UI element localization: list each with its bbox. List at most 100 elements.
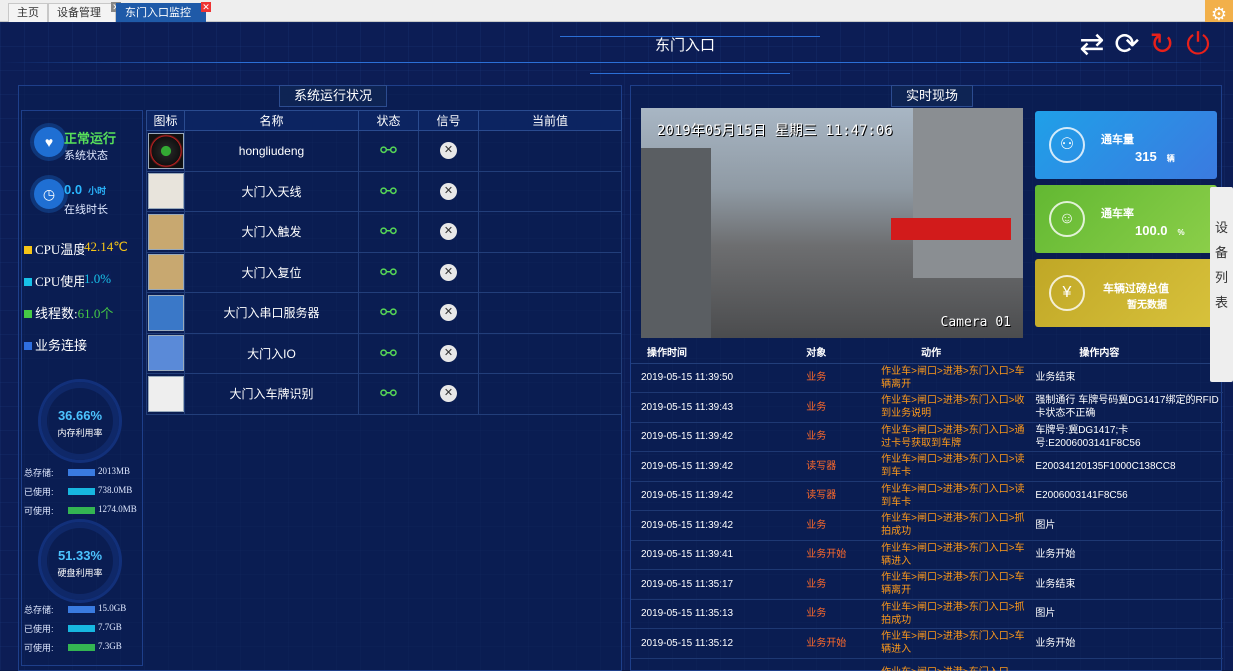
switch-icon[interactable]: ⇄ bbox=[1075, 28, 1109, 62]
disconnected-icon: ✕ bbox=[440, 142, 457, 160]
card-value: 315 辆 bbox=[1135, 149, 1175, 164]
col-current: 当前值 bbox=[478, 110, 622, 131]
log-row[interactable]: 2019-05-15 11:35:17 业务 作业车>闸口>进港>东门入口>车辆离开… bbox=[631, 569, 1223, 600]
log-row[interactable]: 2019-05-15 11:35:13 业务 作业车>闸口>进港>东门入口>抓拍成功… bbox=[631, 599, 1223, 629]
log-content: 业务开始 bbox=[1029, 628, 1223, 659]
traffic-count-card: ⚇ 通车量 315 辆 bbox=[1035, 111, 1217, 179]
log-action: 作业车>闸口>进港>东门入口>抓拍成功 bbox=[881, 599, 1030, 629]
col-status: 状态 bbox=[358, 110, 419, 131]
col-time: 操作时间 bbox=[631, 341, 781, 364]
col-action: 动作 bbox=[881, 341, 1030, 364]
card-title: 车辆过磅总值 bbox=[1103, 283, 1169, 295]
live-scene-panel: 实时现场 2019年05月15日 星期三 11:47:06 Camera 01 … bbox=[630, 85, 1223, 671]
table-row[interactable]: 大门入触发 ⚯ ✕ bbox=[146, 211, 622, 253]
log-content: 图片 bbox=[1029, 599, 1223, 629]
log-row[interactable]: 2019-05-15 11:39:50 业务 作业车>闸口>进港>东门入口>车辆离开… bbox=[631, 363, 1223, 393]
log-action: 作业车>闸口>进港>东门入口>车辆进入 bbox=[881, 628, 1030, 659]
log-action: 作业车>闸口>进港>东门入口>收到业务说明 bbox=[881, 392, 1030, 423]
log-time: 2019-05-15 11:39:42 bbox=[631, 451, 781, 482]
building-right bbox=[913, 108, 1023, 278]
log-object: 业务 bbox=[780, 392, 882, 423]
log-row[interactable]: 2019-05-15 11:39:42 读写器 作业车>闸口>进港>东门入口>读到车… bbox=[631, 481, 1223, 511]
device-name: 大门入天线 bbox=[184, 170, 359, 212]
log-object: 业务开始 bbox=[780, 628, 882, 659]
log-object: 业务 bbox=[780, 599, 882, 629]
clock-icon: ◷ bbox=[34, 179, 64, 209]
system-status-value: 正常运行 bbox=[64, 131, 117, 146]
card-title: 通车量 bbox=[1101, 134, 1134, 146]
log-action: 作业车>闸口>进港>东门入口>通过卡号获取到车牌 bbox=[881, 422, 1030, 452]
card-title: 通车率 bbox=[1101, 208, 1134, 220]
link-icon: ⚯ bbox=[380, 180, 397, 203]
log-action: 作业车>闸口>进港>东门入口>读到车卡 bbox=[881, 481, 1030, 511]
io-module-thumb bbox=[147, 335, 184, 372]
online-duration-label: 在线时长 bbox=[64, 204, 108, 216]
table-row[interactable]: 大门入IO ⚯ ✕ bbox=[146, 332, 622, 374]
table-row[interactable]: hongliudeng ⚯ ✕ bbox=[146, 130, 622, 172]
link-icon: ⚯ bbox=[380, 221, 397, 244]
log-object: 业务 bbox=[780, 422, 882, 452]
reload-icon[interactable]: ↻ bbox=[1145, 28, 1179, 62]
log-time: 2019-05-15 11:35:13 bbox=[631, 599, 781, 629]
person-icon: ☺ bbox=[1049, 201, 1085, 237]
log-content: 业务开始 bbox=[1029, 540, 1223, 570]
log-action: 作业车>闸口>进港>东门入口>车辆离开 bbox=[881, 569, 1030, 600]
log-time: 2019-05-15 11:39:50 bbox=[631, 363, 781, 393]
tab-device-management[interactable]: 设备管理✕ bbox=[48, 2, 121, 22]
disk-total-row: 总存储: 15.0GB bbox=[24, 603, 127, 615]
log-row[interactable]: 2019-05-15 11:39:42 业务 作业车>闸口>进港>东门入口>通过卡号… bbox=[631, 422, 1223, 452]
device-name: 大门入车牌识别 bbox=[184, 373, 359, 415]
col-icon: 图标 bbox=[146, 110, 185, 131]
col-signal: 信号 bbox=[418, 110, 479, 131]
table-row[interactable]: 大门入车牌识别 ⚯ ✕ bbox=[146, 373, 622, 415]
table-row[interactable]: 大门入复位 ⚯ ✕ bbox=[146, 251, 622, 293]
yen-icon: ¥ bbox=[1049, 275, 1085, 311]
tab-east-gate-monitor[interactable]: 东门入口监控 ✕ bbox=[116, 2, 211, 22]
link-icon: ⚯ bbox=[380, 302, 397, 325]
refresh-icon[interactable]: ⟳ bbox=[1110, 28, 1144, 62]
log-row[interactable]: 2019-05-15 11:39:43 业务 作业车>闸口>进港>东门入口>收到业务… bbox=[631, 392, 1223, 423]
business-connection-metric: 业务连接 bbox=[24, 335, 88, 354]
log-content: E20034120135F1000C138CC8 bbox=[1029, 451, 1223, 482]
power-icon[interactable]: ⏻ bbox=[1181, 28, 1215, 62]
memory-used-row: 已使用: 738.0MB bbox=[24, 485, 133, 497]
table-header: 图标 名称 状态 信号 当前值 bbox=[146, 110, 622, 131]
device-list-tab[interactable]: 设备列表 bbox=[1210, 187, 1233, 382]
current-value bbox=[478, 251, 622, 293]
memory-total-row: 总存储: 2013MB bbox=[24, 466, 131, 478]
traffic-rate-card: ☺ 通车率 100.0% bbox=[1035, 185, 1217, 253]
log-row[interactable]: 2019-05-15 11:39:42 业务 作业车>闸口>进港>东门入口>抓拍成功… bbox=[631, 510, 1223, 541]
log-content bbox=[1029, 658, 1223, 671]
log-row[interactable]: 2019-05-15 11:35:12 业务开始 作业车>闸口>进港>东门入口>车辆… bbox=[631, 628, 1223, 659]
tab-home[interactable]: 主页 bbox=[8, 3, 48, 22]
camera-feed[interactable]: 2019年05月15日 星期三 11:47:06 Camera 01 bbox=[641, 108, 1023, 338]
page-title: 东门入口 bbox=[654, 37, 715, 54]
close-icon[interactable]: ✕ bbox=[201, 2, 211, 12]
log-object: 业务 bbox=[780, 363, 882, 393]
table-row[interactable]: 大门入串口服务器 ⚯ ✕ bbox=[146, 292, 622, 334]
red-barrier bbox=[891, 218, 1011, 240]
heart-icon: ♥ bbox=[34, 127, 64, 157]
log-row[interactable]: 2019-05-15 11:39:41 业务开始 作业车>闸口>进港>东门入口>车辆… bbox=[631, 540, 1223, 570]
disconnected-icon: ✕ bbox=[440, 182, 457, 200]
link-icon: ⚯ bbox=[380, 140, 397, 163]
tab-bar: 主页 设备管理✕ 东门入口监控✕ bbox=[0, 0, 1233, 22]
log-row[interactable]: 2019-05-15 11:39:42 读写器 作业车>闸口>进港>东门入口>读到车… bbox=[631, 451, 1223, 482]
log-row[interactable]: 作业车>闸口>进港>东门入口 bbox=[631, 658, 1223, 671]
device-name: 大门入复位 bbox=[184, 251, 359, 293]
device-name: 大门入IO bbox=[184, 332, 359, 374]
log-object: 业务 bbox=[780, 510, 882, 541]
memory-gauge: 36.66% 内存利用率 bbox=[38, 379, 122, 463]
cpu-usage-metric: CPU使用: 1.0% bbox=[24, 271, 142, 290]
card-value: 100.0% bbox=[1135, 223, 1185, 238]
panel-title: 实时现场 bbox=[891, 85, 974, 107]
camera-label: Camera 01 bbox=[940, 315, 1011, 330]
device-name: 大门入触发 bbox=[184, 211, 359, 253]
log-content: 强制通行 车牌号码冀DG1417绑定的RFID卡状态不正确 bbox=[1029, 392, 1223, 423]
log-action: 作业车>闸口>进港>东门入口>读到车卡 bbox=[881, 451, 1030, 482]
table-row[interactable]: 大门入天线 ⚯ ✕ bbox=[146, 170, 622, 212]
disk-gauge: 51.33% 硬盘利用率 bbox=[38, 519, 122, 603]
thread-count-metric: 线程数:61.0个 bbox=[24, 303, 142, 322]
weighbridge-card: ¥ 车辆过磅总值 暂无数据 bbox=[1035, 259, 1217, 327]
log-action: 作业车>闸口>进港>东门入口>车辆进入 bbox=[881, 540, 1030, 570]
